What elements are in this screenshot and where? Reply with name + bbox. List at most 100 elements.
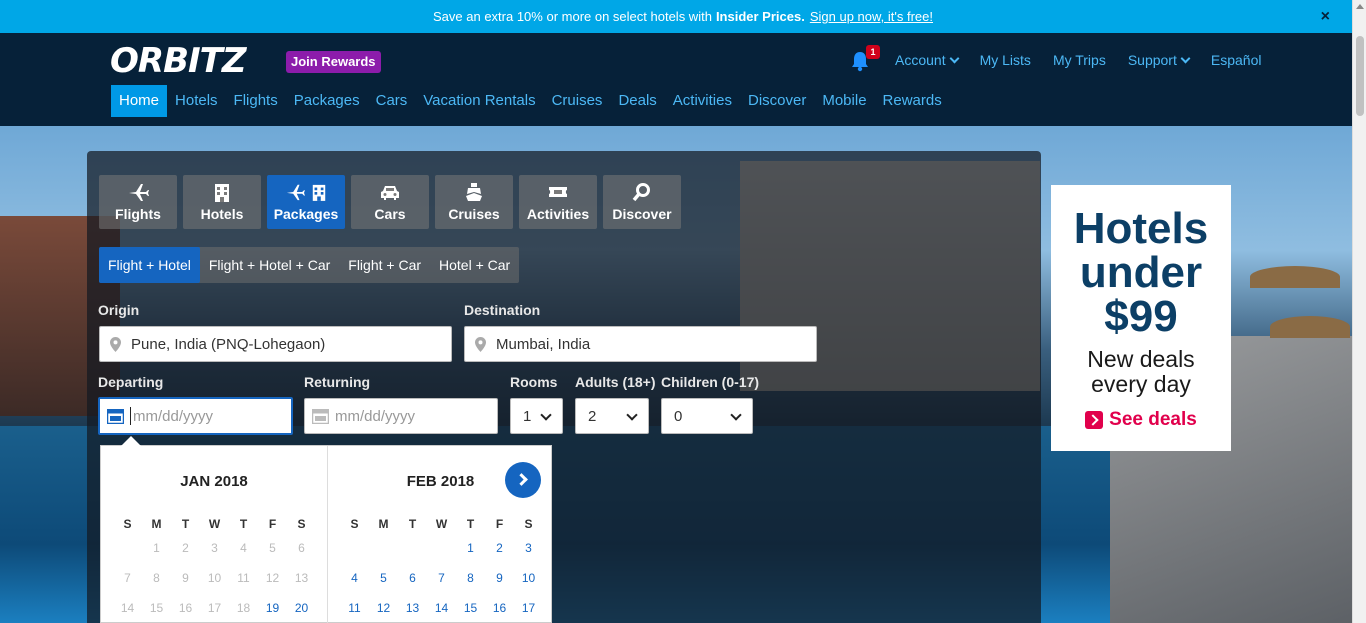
scrollbar-thumb[interactable] — [1356, 36, 1364, 116]
calendar-day[interactable]: 13 — [398, 601, 427, 615]
location-pin-icon — [475, 336, 486, 352]
calendar-day[interactable]: 20 — [287, 601, 316, 615]
calendar-day[interactable]: 10 — [514, 571, 543, 585]
calendar-day[interactable]: 19 — [258, 601, 287, 615]
rooms-select[interactable]: 1 — [510, 398, 563, 434]
account-menu[interactable]: Account — [895, 52, 960, 68]
tab-flight-hotel[interactable]: Flight + Hotel — [99, 247, 200, 283]
see-deals-link[interactable]: See deals — [1051, 409, 1231, 431]
tab-activities[interactable]: Activities — [519, 175, 597, 229]
calendar-day: 5 — [269, 541, 276, 555]
my-trips-link[interactable]: My Trips — [1053, 52, 1106, 68]
day-of-week-label: W — [435, 517, 448, 531]
calendar-day: 4 — [240, 541, 247, 555]
calendar-day[interactable]: 17 — [514, 601, 543, 615]
nav-hotels[interactable]: Hotels — [167, 85, 226, 117]
calendar-day[interactable]: 9 — [485, 571, 514, 585]
my-lists-link[interactable]: My Lists — [980, 52, 1031, 68]
close-icon[interactable]: × — [1321, 8, 1330, 26]
nav-cruises[interactable]: Cruises — [544, 85, 611, 117]
calendar-week-row: 14 15 16 17 18 19 20 — [113, 601, 316, 615]
join-rewards-button[interactable]: Join Rewards — [286, 51, 381, 73]
rooms-value: 1 — [523, 407, 532, 425]
tab-packages[interactable]: Packages — [267, 175, 345, 229]
ad-price: $99 — [1104, 292, 1178, 341]
departing-date-input[interactable]: mm/dd/yyyy — [98, 397, 293, 435]
site-header: ORBITZ Join Rewards 1 Account My Lists M… — [0, 33, 1352, 126]
destination-field[interactable]: Mumbai, India — [464, 326, 817, 362]
tab-hotel-car[interactable]: Hotel + Car — [430, 247, 519, 283]
date-picker-popup: JAN 2018 SMTWTFS 1 2 3 4 5 6 7 8 9 10 11 12 13 14 15 16… — [100, 436, 552, 623]
calendar-day: 10 — [207, 571, 222, 585]
chevron-down-icon — [730, 409, 742, 421]
calendar-day[interactable]: 3 — [514, 541, 543, 555]
support-menu[interactable]: Support — [1128, 52, 1191, 68]
tab-cruises[interactable]: Cruises — [435, 175, 513, 229]
calendar-month-jan: JAN 2018 SMTWTFS 1 2 3 4 5 6 7 8 9 10 11 12 13 14 15 16… — [101, 446, 327, 623]
chevron-down-icon — [626, 409, 638, 421]
hotel-building-icon — [312, 184, 326, 201]
day-of-week-label: M — [151, 517, 162, 531]
hero-umbrella — [1250, 266, 1340, 288]
tab-discover[interactable]: Discover — [603, 175, 681, 229]
chevron-down-icon — [540, 409, 552, 421]
hotels-deal-ad[interactable]: Hotels under $99 New deals every day See… — [1051, 185, 1231, 451]
calendar-day[interactable]: 4 — [340, 571, 369, 585]
calendar-day[interactable]: 7 — [427, 571, 456, 585]
nav-mobile[interactable]: Mobile — [814, 85, 874, 117]
promo-signup-link[interactable]: Sign up now, it's free! — [810, 9, 933, 24]
returning-date-input[interactable]: mm/dd/yyyy — [304, 398, 498, 434]
page-scrollbar[interactable] — [1352, 0, 1366, 623]
destination-label: Destination — [464, 302, 541, 318]
month-title: JAN 2018 — [180, 473, 248, 490]
tab-flights[interactable]: Flights — [99, 175, 177, 229]
notification-badge: 1 — [866, 45, 880, 59]
calendar-day[interactable]: 1 — [456, 541, 485, 555]
adults-select[interactable]: 2 — [575, 398, 649, 434]
calendar-day[interactable]: 11 — [340, 601, 369, 615]
calendar-day — [427, 541, 456, 555]
scroll-up-arrow-icon[interactable] — [1356, 4, 1364, 9]
tab-cars[interactable]: Cars — [351, 175, 429, 229]
calendar-day: 8 — [153, 571, 160, 585]
nav-packages[interactable]: Packages — [286, 85, 368, 117]
children-select[interactable]: 0 — [661, 398, 753, 434]
main-nav: Home Hotels Flights Packages Cars Vacati… — [111, 85, 950, 117]
nav-deals[interactable]: Deals — [610, 85, 664, 117]
top-utility-nav: Account My Lists My Trips Support Españo… — [895, 52, 1261, 68]
car-icon — [381, 186, 399, 200]
espanol-link[interactable]: Español — [1211, 52, 1262, 68]
nav-home[interactable]: Home — [111, 85, 168, 117]
returning-placeholder: mm/dd/yyyy — [335, 407, 416, 425]
nav-cars[interactable]: Cars — [368, 85, 416, 117]
origin-field[interactable]: Pune, India (PNQ-Lohegaon) — [99, 326, 452, 362]
tab-flight-hotel-car[interactable]: Flight + Hotel + Car — [200, 247, 339, 283]
calendar-day[interactable]: 12 — [369, 601, 398, 615]
calendar-day[interactable]: 6 — [398, 571, 427, 585]
calendar-day: 3 — [211, 541, 218, 555]
tab-hotels[interactable]: Hotels — [183, 175, 261, 229]
calendar-day[interactable]: 2 — [485, 541, 514, 555]
nav-activities[interactable]: Activities — [665, 85, 740, 117]
calendar-day — [113, 541, 142, 555]
day-of-week-label: S — [350, 517, 359, 531]
destination-value: Mumbai, India — [496, 335, 591, 353]
calendar-day — [369, 541, 398, 555]
calendar-day: 14 — [120, 601, 135, 615]
calendar-day[interactable]: 15 — [456, 601, 485, 615]
calendar-day[interactable]: 8 — [456, 571, 485, 585]
nav-discover[interactable]: Discover — [740, 85, 814, 117]
tab-flight-car[interactable]: Flight + Car — [339, 247, 430, 283]
location-pin-icon — [110, 336, 121, 352]
next-month-button[interactable] — [505, 462, 541, 498]
calendar-day[interactable]: 5 — [369, 571, 398, 585]
tab-activities-label: Activities — [526, 206, 590, 222]
tab-cars-label: Cars — [374, 206, 406, 222]
nav-flights[interactable]: Flights — [226, 85, 286, 117]
calendar-day[interactable]: 14 — [427, 601, 456, 615]
nav-rewards[interactable]: Rewards — [875, 85, 950, 117]
calendar-day[interactable]: 16 — [485, 601, 514, 615]
rooms-label: Rooms — [510, 374, 558, 390]
orbitz-logo[interactable]: ORBITZ — [110, 44, 272, 78]
nav-vacation-rentals[interactable]: Vacation Rentals — [415, 85, 543, 117]
